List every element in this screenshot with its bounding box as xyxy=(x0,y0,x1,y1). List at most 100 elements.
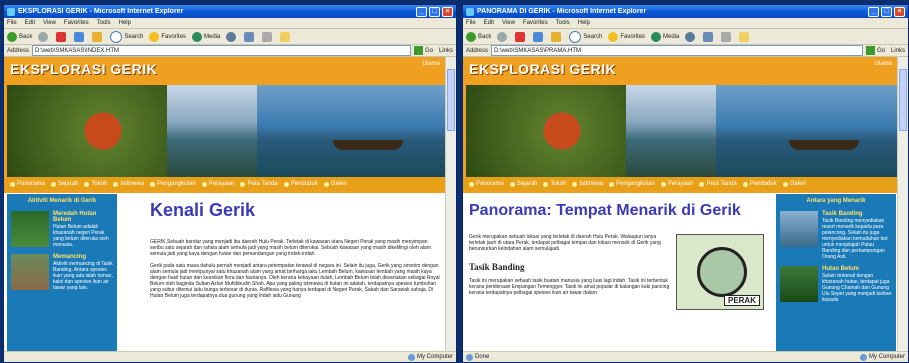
nav-pengangkutan[interactable]: Pengangkutan xyxy=(609,181,655,187)
nav-penduduk[interactable]: Penduduk xyxy=(742,181,777,187)
search-button[interactable]: Search xyxy=(110,30,143,43)
nav-perayaan[interactable]: Perayaan xyxy=(660,181,693,187)
forward-button[interactable] xyxy=(38,31,50,42)
title-bar[interactable]: EKSPLORASI GERIK - Microsoft Internet Ex… xyxy=(4,5,456,18)
media-button[interactable]: Media xyxy=(192,31,220,42)
address-input[interactable]: D:\web\SMKASAS\PRAMA.HTM xyxy=(491,45,863,56)
sidebar-item[interactable]: Meredah Hutan Belum Hutan Belum adalah k… xyxy=(7,208,117,251)
boat-photo xyxy=(257,85,446,177)
nav-istimewa[interactable]: Istimewa xyxy=(113,181,144,187)
minimize-button[interactable]: _ xyxy=(416,6,427,17)
stop-button[interactable] xyxy=(515,31,527,42)
boat-shape xyxy=(332,140,403,151)
nav-pengangkutan[interactable]: Pengangkutan xyxy=(150,181,196,187)
search-button[interactable]: Search xyxy=(569,30,602,43)
go-button[interactable]: Go xyxy=(425,48,433,54)
forest-thumbnail xyxy=(11,211,49,247)
home-link[interactable]: Utama xyxy=(422,61,440,67)
toolbar: Back Search Favorites Media xyxy=(463,29,908,45)
nav-penduduk[interactable]: Penduduk xyxy=(283,181,318,187)
sidebar-item[interactable]: Tasik Banding Tasik Banding menyediakan … xyxy=(776,208,896,263)
links-button[interactable]: Links xyxy=(891,48,905,54)
go-arrow-icon[interactable] xyxy=(413,46,423,55)
print-button[interactable] xyxy=(721,31,733,42)
home-button[interactable] xyxy=(551,31,563,42)
folder-button[interactable] xyxy=(739,31,751,42)
refresh-button[interactable] xyxy=(74,31,86,42)
nav-istimewa[interactable]: Istimewa xyxy=(572,181,603,187)
vertical-scrollbar[interactable] xyxy=(445,57,456,352)
nav-perayaan[interactable]: Perayaan xyxy=(201,181,234,187)
forward-button[interactable] xyxy=(497,31,509,42)
scrollbar-thumb[interactable] xyxy=(447,69,455,131)
sidebar-item[interactable]: Hutan Belum Selain terkenal dengan khaza… xyxy=(776,263,896,306)
ie-icon xyxy=(7,7,15,16)
go-arrow-icon[interactable] xyxy=(865,46,875,55)
map-label: PERAK xyxy=(723,295,760,306)
maximize-button[interactable]: □ xyxy=(429,6,440,17)
menu-tools[interactable]: Tools xyxy=(97,20,111,26)
favorites-button[interactable]: Favorites xyxy=(149,31,186,42)
nav-sejarah[interactable]: Sejarah xyxy=(509,181,537,187)
close-button[interactable]: × xyxy=(894,6,905,17)
vertical-scrollbar[interactable] xyxy=(897,57,908,352)
banner-photos xyxy=(466,85,898,177)
folder-button[interactable] xyxy=(280,31,292,42)
stop-button[interactable] xyxy=(56,31,68,42)
bullet-icon xyxy=(572,181,578,187)
sidebar-item-heading: Hutan Belum xyxy=(822,266,860,272)
menu-view[interactable]: View xyxy=(43,20,56,26)
menu-edit[interactable]: Edit xyxy=(25,20,35,26)
back-button[interactable]: Back xyxy=(7,31,32,42)
history-button[interactable] xyxy=(685,31,697,42)
bullet-icon xyxy=(509,181,515,187)
history-button[interactable] xyxy=(226,31,238,42)
nav-peta-tanda[interactable]: Peta Tanda xyxy=(699,181,737,187)
favorites-button[interactable]: Favorites xyxy=(608,31,645,42)
refresh-button[interactable] xyxy=(533,31,545,42)
nav-sejarah[interactable]: Sejarah xyxy=(50,181,78,187)
close-button[interactable]: × xyxy=(442,6,453,17)
title-bar[interactable]: PANORAMA DI GERIK - Microsoft Internet E… xyxy=(463,5,908,18)
home-link[interactable]: Utama xyxy=(874,61,892,67)
nav-panorama[interactable]: Panorama xyxy=(469,181,504,187)
bullet-icon xyxy=(240,181,246,187)
maximize-button[interactable]: □ xyxy=(881,6,892,17)
sidebar-item-text: Aktiviti memancing di Tasik Banding. Ant… xyxy=(53,261,113,291)
menu-file[interactable]: File xyxy=(7,20,17,26)
mail-button[interactable] xyxy=(703,31,715,42)
mail-button[interactable] xyxy=(244,31,256,42)
menu-tools[interactable]: Tools xyxy=(556,20,570,26)
sidebar-item[interactable]: Memancing Aktiviti memancing di Tasik Ba… xyxy=(7,251,117,294)
media-button[interactable]: Media xyxy=(651,31,679,42)
links-button[interactable]: Links xyxy=(439,48,453,54)
nav-galeri[interactable]: Galeri xyxy=(323,181,347,187)
home-button[interactable] xyxy=(92,31,104,42)
menu-favorites[interactable]: Favorites xyxy=(523,20,548,26)
menu-help[interactable]: Help xyxy=(119,20,131,26)
nav-galeri[interactable]: Galeri xyxy=(782,181,806,187)
nav-tokoh[interactable]: Tokoh xyxy=(543,181,566,187)
page-heading: Panorama: Tempat Menarik di Gerik xyxy=(469,202,741,219)
menu-view[interactable]: View xyxy=(502,20,515,26)
menu-help[interactable]: Help xyxy=(578,20,590,26)
address-input[interactable]: D:\web\SMKASAS\INDEX.HTM xyxy=(32,45,411,56)
back-arrow-icon xyxy=(466,31,476,42)
print-icon xyxy=(262,31,273,42)
nav-peta-tanda[interactable]: Peta Tanda xyxy=(240,181,278,187)
menu-favorites[interactable]: Favorites xyxy=(64,20,89,26)
bullet-icon xyxy=(543,181,549,187)
nav-tokoh[interactable]: Tokoh xyxy=(84,181,107,187)
site-banner: EKSPLORASI GERIK Utama Panorama Sejarah … xyxy=(4,57,446,193)
go-button[interactable]: Go xyxy=(877,48,885,54)
minimize-button[interactable]: _ xyxy=(868,6,879,17)
waterfall-photo xyxy=(626,85,716,177)
menu-file[interactable]: File xyxy=(466,20,476,26)
menu-edit[interactable]: Edit xyxy=(484,20,494,26)
refresh-icon xyxy=(533,31,544,42)
bullet-icon xyxy=(113,181,119,187)
back-button[interactable]: Back xyxy=(466,31,491,42)
nav-panorama[interactable]: Panorama xyxy=(10,181,45,187)
print-button[interactable] xyxy=(262,31,274,42)
scrollbar-thumb[interactable] xyxy=(899,69,907,131)
